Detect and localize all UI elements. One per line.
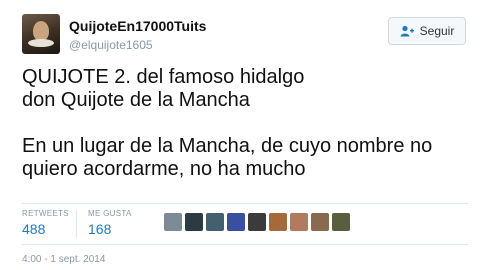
liker-avatar[interactable] <box>332 213 350 231</box>
liker-avatar[interactable] <box>269 213 287 231</box>
retweets-count: 488 <box>22 221 46 237</box>
liker-avatar[interactable] <box>164 213 182 231</box>
likes-label: ME GUSTA <box>88 209 132 218</box>
tweet-text: QUIJOTE 2. del famoso hidalgo don Quijot… <box>22 66 472 181</box>
retweets-stat[interactable]: RETWEETS 488 <box>22 209 69 237</box>
liker-avatars <box>164 213 350 231</box>
liker-avatar[interactable] <box>185 213 203 231</box>
retweets-label: RETWEETS <box>22 209 69 218</box>
tweet-line: quiero acordarme, no ha mucho <box>22 158 306 180</box>
tweet-line: QUIJOTE 2. del famoso hidalgo <box>22 66 305 88</box>
avatar-face <box>33 21 49 41</box>
display-name[interactable]: QuijoteEn17000Tuits <box>69 18 206 34</box>
avatar[interactable] <box>22 14 60 54</box>
divider-top <box>22 203 468 204</box>
divider-bottom <box>22 244 468 245</box>
liker-avatar[interactable] <box>311 213 329 231</box>
liker-avatar[interactable] <box>290 213 308 231</box>
tweet-line: En un lugar de la Mancha, de cuyo nombre… <box>22 135 433 157</box>
follow-button-label: Seguir <box>419 24 455 38</box>
liker-avatar[interactable] <box>227 213 245 231</box>
tweet-paragraph-2: En un lugar de la Mancha, de cuyo nombre… <box>22 135 472 181</box>
follow-button[interactable]: Seguir <box>388 17 466 45</box>
likes-count: 168 <box>88 221 112 237</box>
tweet-paragraph-1: QUIJOTE 2. del famoso hidalgo don Quijot… <box>22 66 472 112</box>
stat-separator <box>76 210 77 238</box>
tweet-line: don Quijote de la Mancha <box>22 89 250 111</box>
liker-avatar[interactable] <box>248 213 266 231</box>
user-handle[interactable]: @elquijote1605 <box>69 38 153 52</box>
likes-stat[interactable]: ME GUSTA 168 <box>88 209 132 237</box>
timestamp[interactable]: 4:00 - 1 sept. 2014 <box>22 254 105 265</box>
avatar-ruff <box>28 39 54 47</box>
add-user-icon <box>400 25 414 37</box>
liker-avatar[interactable] <box>206 213 224 231</box>
